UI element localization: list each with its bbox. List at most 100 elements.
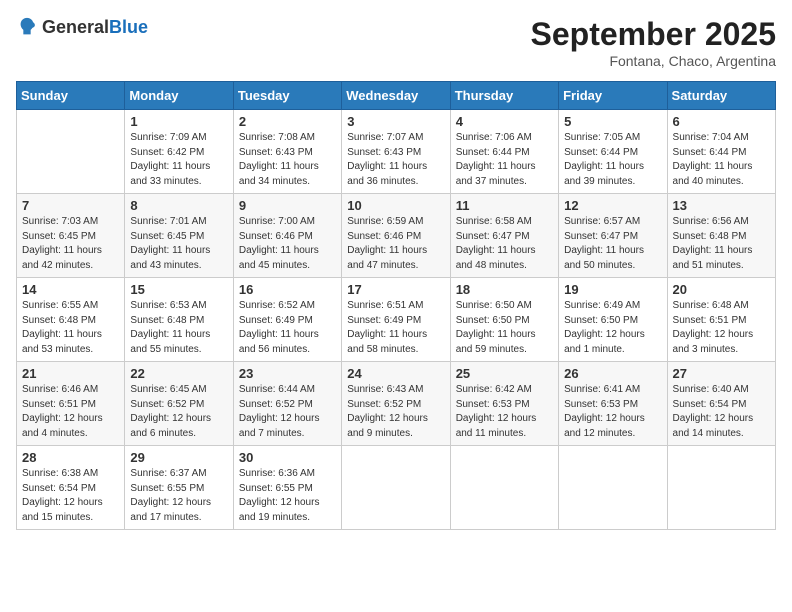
title-area: September 2025 Fontana, Chaco, Argentina (531, 16, 776, 69)
calendar-week-row: 28 Sunrise: 6:38 AMSunset: 6:54 PMDayligh… (17, 446, 776, 530)
day-number: 1 (130, 114, 227, 129)
day-number: 16 (239, 282, 336, 297)
calendar-cell: 27 Sunrise: 6:40 AMSunset: 6:54 PMDayligh… (667, 362, 775, 446)
calendar-cell: 30 Sunrise: 6:36 AMSunset: 6:55 PMDayligh… (233, 446, 341, 530)
day-number: 21 (22, 366, 119, 381)
calendar-cell: 5 Sunrise: 7:05 AMSunset: 6:44 PMDaylight… (559, 110, 667, 194)
calendar-header-friday: Friday (559, 82, 667, 110)
day-info: Sunrise: 6:52 AMSunset: 6:49 PMDaylight:… (239, 299, 336, 357)
day-number: 3 (347, 114, 444, 129)
day-number: 10 (347, 198, 444, 213)
day-info: Sunrise: 6:45 AMSunset: 6:52 PMDaylight:… (130, 383, 227, 441)
calendar-cell (450, 446, 558, 530)
calendar-cell: 26 Sunrise: 6:41 AMSunset: 6:53 PMDayligh… (559, 362, 667, 446)
calendar-cell: 10 Sunrise: 6:59 AMSunset: 6:46 PMDayligh… (342, 194, 450, 278)
day-info: Sunrise: 6:36 AMSunset: 6:55 PMDaylight:… (239, 467, 336, 525)
header: GeneralBlue September 2025 Fontana, Chac… (16, 16, 776, 69)
day-number: 4 (456, 114, 553, 129)
day-info: Sunrise: 6:56 AMSunset: 6:48 PMDaylight:… (673, 215, 770, 273)
day-number: 25 (456, 366, 553, 381)
day-number: 12 (564, 198, 661, 213)
day-info: Sunrise: 6:59 AMSunset: 6:46 PMDaylight:… (347, 215, 444, 273)
calendar-cell: 25 Sunrise: 6:42 AMSunset: 6:53 PMDayligh… (450, 362, 558, 446)
day-info: Sunrise: 6:55 AMSunset: 6:48 PMDaylight:… (22, 299, 119, 357)
day-info: Sunrise: 6:40 AMSunset: 6:54 PMDaylight:… (673, 383, 770, 441)
day-info: Sunrise: 7:06 AMSunset: 6:44 PMDaylight:… (456, 131, 553, 189)
calendar-header-wednesday: Wednesday (342, 82, 450, 110)
calendar-cell: 2 Sunrise: 7:08 AMSunset: 6:43 PMDaylight… (233, 110, 341, 194)
calendar-cell: 16 Sunrise: 6:52 AMSunset: 6:49 PMDayligh… (233, 278, 341, 362)
calendar-header-monday: Monday (125, 82, 233, 110)
day-info: Sunrise: 6:44 AMSunset: 6:52 PMDaylight:… (239, 383, 336, 441)
logo: GeneralBlue (16, 16, 148, 38)
calendar-cell: 22 Sunrise: 6:45 AMSunset: 6:52 PMDayligh… (125, 362, 233, 446)
calendar-cell: 11 Sunrise: 6:58 AMSunset: 6:47 PMDayligh… (450, 194, 558, 278)
day-number: 14 (22, 282, 119, 297)
calendar-cell: 28 Sunrise: 6:38 AMSunset: 6:54 PMDayligh… (17, 446, 125, 530)
calendar: SundayMondayTuesdayWednesdayThursdayFrid… (16, 81, 776, 530)
calendar-cell: 14 Sunrise: 6:55 AMSunset: 6:48 PMDayligh… (17, 278, 125, 362)
calendar-cell: 6Sunrise: 7:04 AMSunset: 6:44 PMDaylight… (667, 110, 775, 194)
calendar-cell (667, 446, 775, 530)
logo-text: GeneralBlue (42, 17, 148, 38)
calendar-header-tuesday: Tuesday (233, 82, 341, 110)
month-title: September 2025 (531, 16, 776, 53)
calendar-week-row: 1 Sunrise: 7:09 AMSunset: 6:42 PMDaylight… (17, 110, 776, 194)
calendar-cell: 12 Sunrise: 6:57 AMSunset: 6:47 PMDayligh… (559, 194, 667, 278)
day-number: 18 (456, 282, 553, 297)
day-number: 27 (673, 366, 770, 381)
day-info: Sunrise: 7:01 AMSunset: 6:45 PMDaylight:… (130, 215, 227, 273)
calendar-header-thursday: Thursday (450, 82, 558, 110)
day-number: 24 (347, 366, 444, 381)
calendar-cell: 20 Sunrise: 6:48 AMSunset: 6:51 PMDayligh… (667, 278, 775, 362)
day-info: Sunrise: 6:46 AMSunset: 6:51 PMDaylight:… (22, 383, 119, 441)
location-title: Fontana, Chaco, Argentina (531, 53, 776, 69)
calendar-cell: 9Sunrise: 7:00 AMSunset: 6:46 PMDaylight… (233, 194, 341, 278)
day-number: 2 (239, 114, 336, 129)
day-number: 11 (456, 198, 553, 213)
day-info: Sunrise: 6:48 AMSunset: 6:51 PMDaylight:… (673, 299, 770, 357)
day-number: 28 (22, 450, 119, 465)
day-number: 30 (239, 450, 336, 465)
calendar-week-row: 21 Sunrise: 6:46 AMSunset: 6:51 PMDayligh… (17, 362, 776, 446)
day-number: 13 (673, 198, 770, 213)
day-number: 5 (564, 114, 661, 129)
calendar-cell (17, 110, 125, 194)
day-info: Sunrise: 7:09 AMSunset: 6:42 PMDaylight:… (130, 131, 227, 189)
day-info: Sunrise: 6:41 AMSunset: 6:53 PMDaylight:… (564, 383, 661, 441)
calendar-cell (559, 446, 667, 530)
calendar-week-row: 14 Sunrise: 6:55 AMSunset: 6:48 PMDayligh… (17, 278, 776, 362)
calendar-week-row: 7 Sunrise: 7:03 AMSunset: 6:45 PMDaylight… (17, 194, 776, 278)
calendar-header-sunday: Sunday (17, 82, 125, 110)
day-info: Sunrise: 7:08 AMSunset: 6:43 PMDaylight:… (239, 131, 336, 189)
day-number: 22 (130, 366, 227, 381)
calendar-cell (342, 446, 450, 530)
day-info: Sunrise: 6:42 AMSunset: 6:53 PMDaylight:… (456, 383, 553, 441)
day-info: Sunrise: 7:05 AMSunset: 6:44 PMDaylight:… (564, 131, 661, 189)
day-info: Sunrise: 6:58 AMSunset: 6:47 PMDaylight:… (456, 215, 553, 273)
day-info: Sunrise: 6:43 AMSunset: 6:52 PMDaylight:… (347, 383, 444, 441)
calendar-cell: 15 Sunrise: 6:53 AMSunset: 6:48 PMDayligh… (125, 278, 233, 362)
calendar-cell: 24 Sunrise: 6:43 AMSunset: 6:52 PMDayligh… (342, 362, 450, 446)
day-number: 7 (22, 198, 119, 213)
day-number: 26 (564, 366, 661, 381)
day-info: Sunrise: 6:57 AMSunset: 6:47 PMDaylight:… (564, 215, 661, 273)
day-number: 20 (673, 282, 770, 297)
calendar-cell: 19Sunrise: 6:49 AMSunset: 6:50 PMDayligh… (559, 278, 667, 362)
day-number: 15 (130, 282, 227, 297)
day-info: Sunrise: 6:38 AMSunset: 6:54 PMDaylight:… (22, 467, 119, 525)
calendar-cell: 17Sunrise: 6:51 AMSunset: 6:49 PMDayligh… (342, 278, 450, 362)
day-info: Sunrise: 6:51 AMSunset: 6:49 PMDaylight:… (347, 299, 444, 357)
day-info: Sunrise: 7:07 AMSunset: 6:43 PMDaylight:… (347, 131, 444, 189)
day-number: 6 (673, 114, 770, 129)
calendar-cell: 8Sunrise: 7:01 AMSunset: 6:45 PMDaylight… (125, 194, 233, 278)
day-number: 19 (564, 282, 661, 297)
day-info: Sunrise: 7:00 AMSunset: 6:46 PMDaylight:… (239, 215, 336, 273)
day-number: 29 (130, 450, 227, 465)
day-info: Sunrise: 7:03 AMSunset: 6:45 PMDaylight:… (22, 215, 119, 273)
calendar-cell: 29 Sunrise: 6:37 AMSunset: 6:55 PMDayligh… (125, 446, 233, 530)
calendar-cell: 23Sunrise: 6:44 AMSunset: 6:52 PMDayligh… (233, 362, 341, 446)
day-info: Sunrise: 6:37 AMSunset: 6:55 PMDaylight:… (130, 467, 227, 525)
day-info: Sunrise: 6:53 AMSunset: 6:48 PMDaylight:… (130, 299, 227, 357)
logo-blue: Blue (109, 17, 148, 37)
